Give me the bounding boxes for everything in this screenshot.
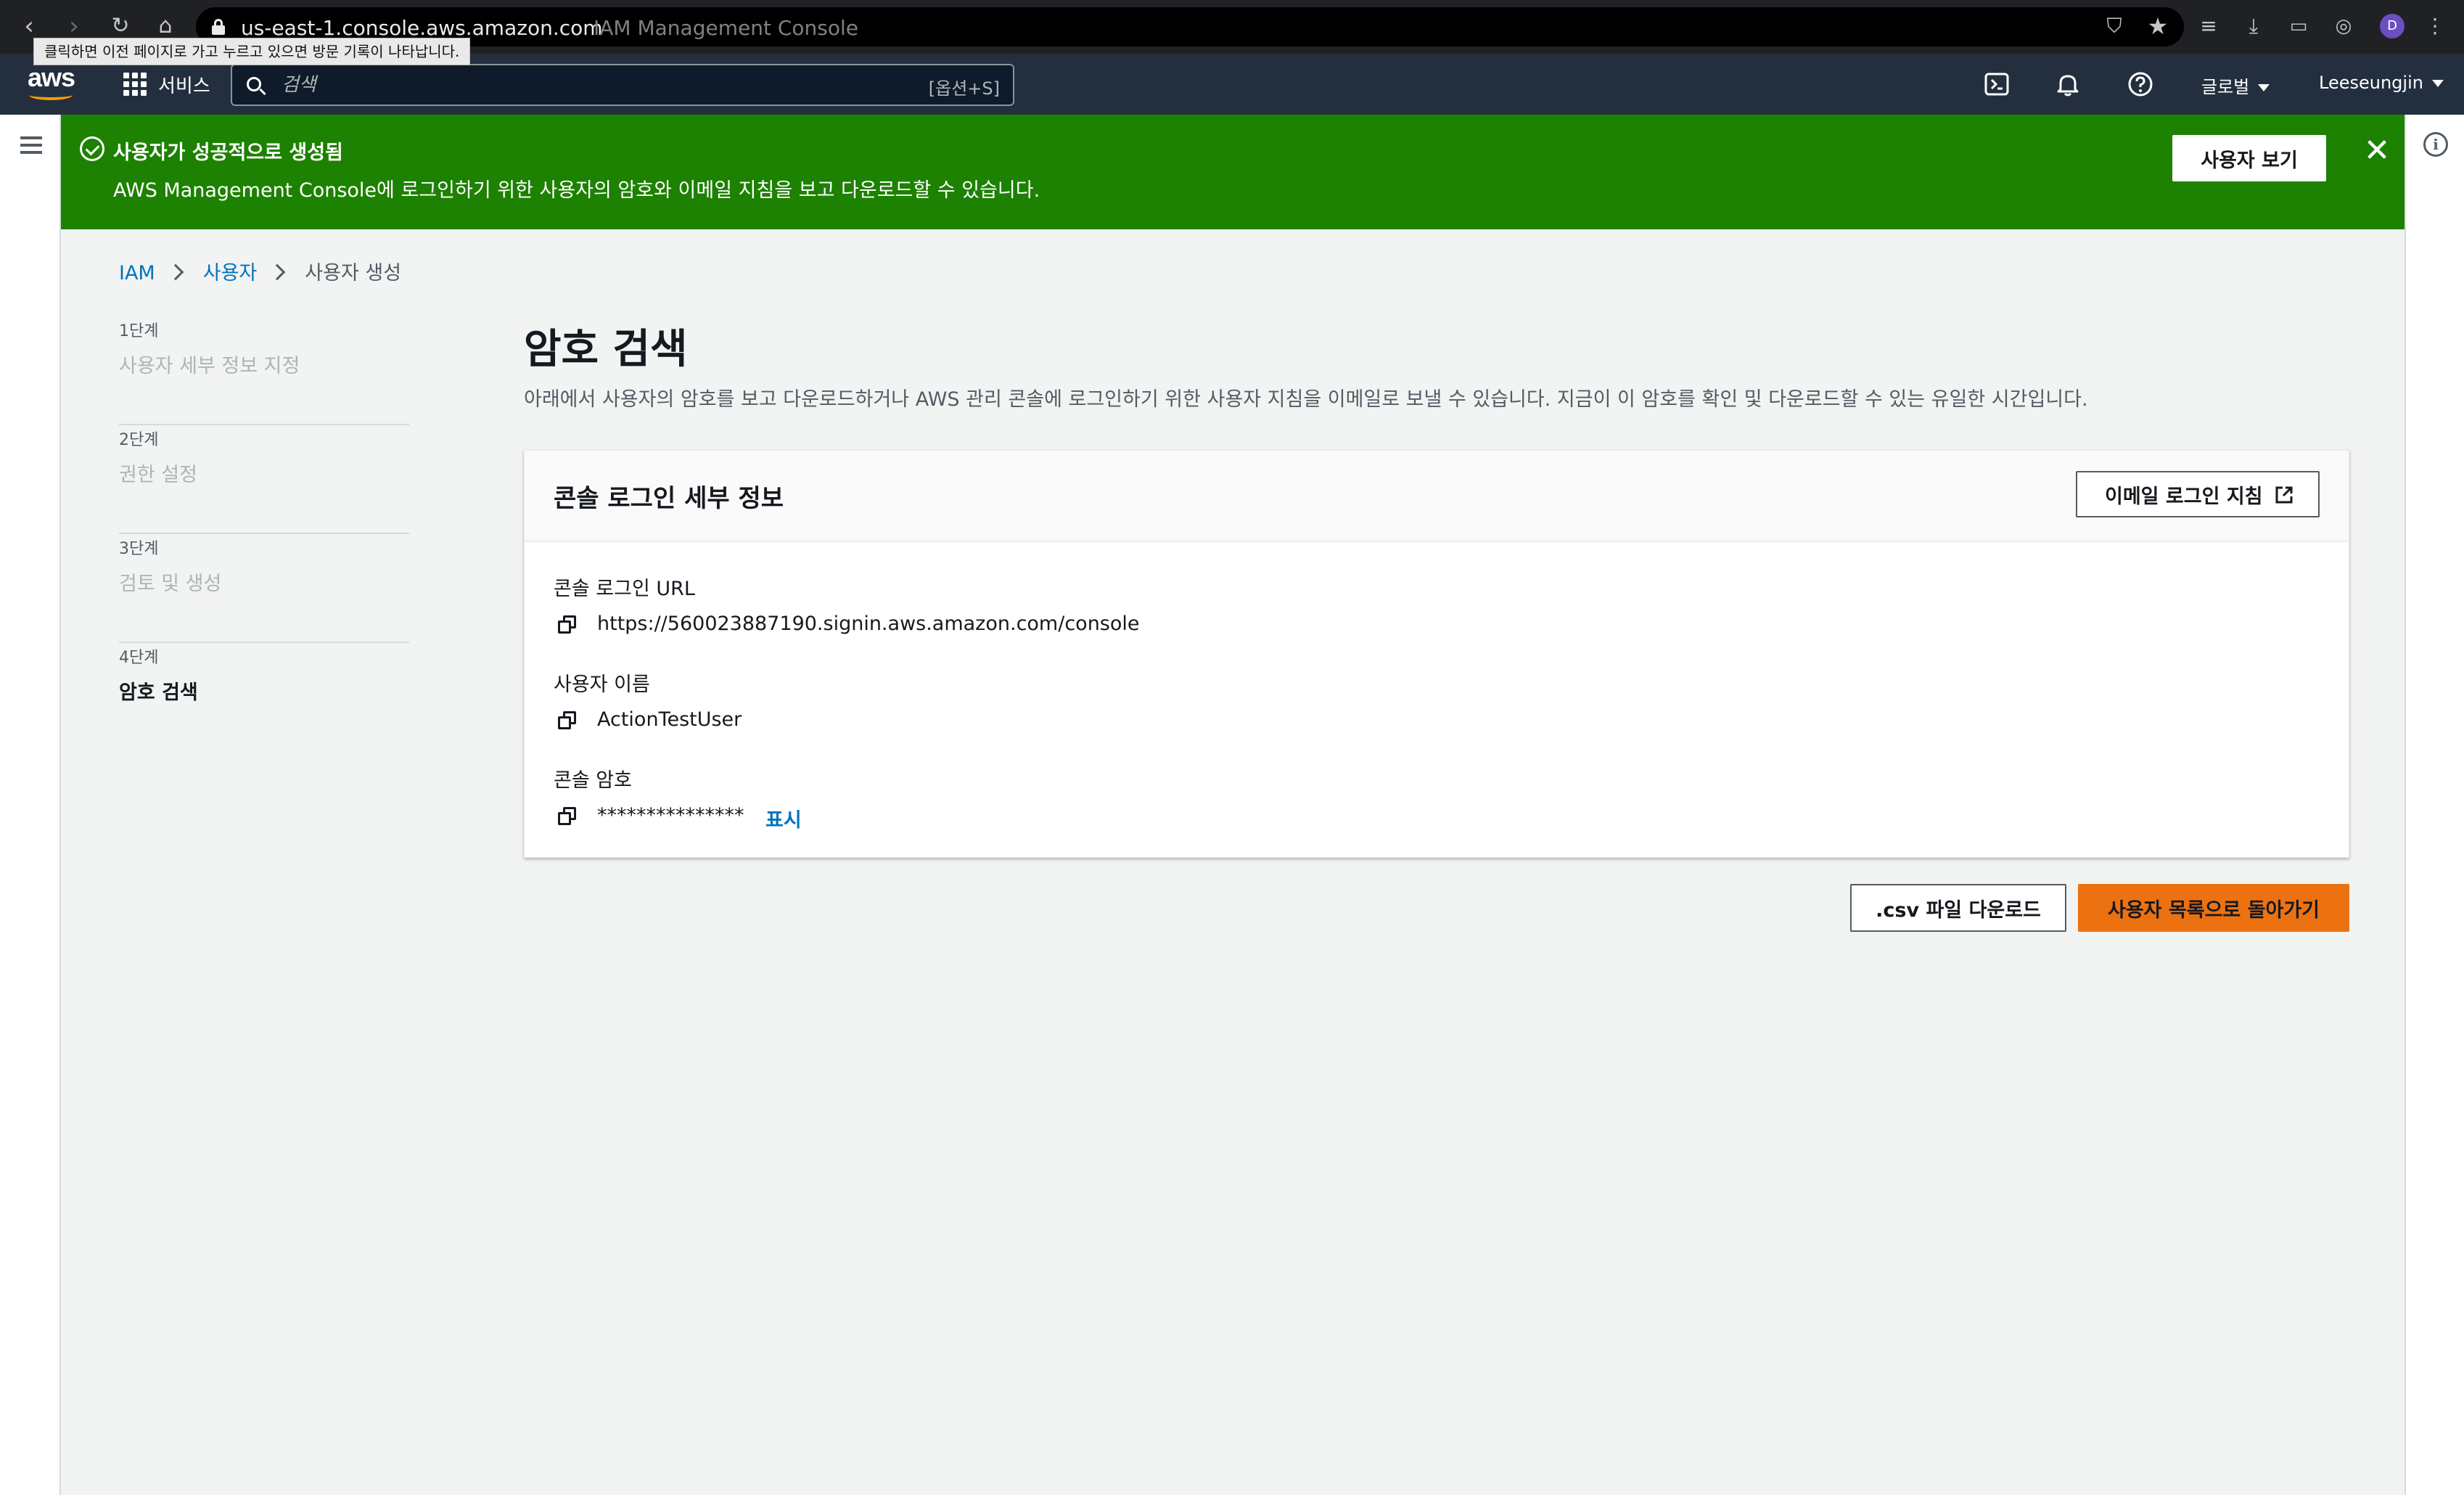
page-description: 아래에서 사용자의 암호를 보고 다운로드하거나 AWS 관리 콘솔에 로그인하…	[524, 388, 2088, 411]
wizard-step-3: 3단계 검토 및 생성	[119, 534, 409, 643]
external-link-icon	[2275, 486, 2293, 504]
aws-logo[interactable]: aws	[25, 62, 77, 103]
tools-panel-rail	[2405, 115, 2464, 1495]
signin-url-field: 콘솔 로그인 URL https://560023887190.signin.a…	[554, 573, 1140, 637]
shield-icon[interactable]: ⛉	[2100, 12, 2129, 41]
info-icon[interactable]: i	[2423, 132, 2448, 157]
wizard-step-1: 1단계 사용자 세부 정보 지정	[119, 316, 409, 425]
reading-list-icon[interactable]: ≡	[2194, 12, 2223, 41]
success-flashbar: 사용자가 성공적으로 생성됨 AWS Management Console에 로…	[61, 115, 2405, 229]
notifications-bell-icon[interactable]	[2053, 70, 2082, 99]
step-number: 1단계	[119, 322, 159, 340]
more-menu-icon[interactable]: ⋮	[2420, 12, 2449, 41]
wizard-step-2: 2단계 권한 설정	[119, 425, 409, 534]
field-label: 사용자 이름	[554, 673, 650, 696]
step-label: 검토 및 생성	[119, 573, 222, 595]
region-selector[interactable]: 글로벌	[2201, 73, 2270, 98]
profile-avatar[interactable]: D	[2380, 14, 2405, 38]
copy-icon[interactable]	[558, 807, 577, 826]
breadcrumb: IAM 사용자 사용자 생성	[119, 257, 401, 286]
flash-message: AWS Management Console에 로그인하기 위한 사용자의 암호…	[113, 179, 1040, 202]
menu-hamburger-icon[interactable]	[20, 136, 42, 154]
show-password-link[interactable]: 표시	[765, 804, 802, 832]
password-value: ***************	[597, 804, 744, 827]
address-bar[interactable]: us-east-1.console.aws.amazon.com IAM Man…	[196, 7, 2184, 46]
view-user-button[interactable]: 사용자 보기	[2172, 135, 2326, 181]
lock-icon	[212, 19, 225, 35]
step-number: 3단계	[119, 540, 159, 558]
step-number: 4단계	[119, 649, 159, 667]
wizard-steps: 1단계 사용자 세부 정보 지정 2단계 권한 설정 3단계 검토 및 생성 4…	[119, 316, 409, 752]
tab-icon[interactable]: ▭	[2284, 12, 2313, 41]
check-circle-icon	[80, 136, 104, 161]
panel-header: 콘솔 로그인 세부 정보 이메일 로그인 지침	[525, 451, 2349, 542]
close-icon[interactable]: ✕	[2360, 135, 2394, 170]
download-icon[interactable]: ⤓	[2239, 12, 2268, 41]
step-label: 사용자 세부 정보 지정	[119, 355, 300, 377]
field-label: 콘솔 로그인 URL	[554, 578, 695, 600]
password-field: 콘솔 암호 *************** 표시	[554, 764, 802, 832]
username-field: 사용자 이름 ActionTestUser	[554, 668, 742, 733]
screenshot-icon[interactable]: ◎	[2329, 12, 2358, 41]
url-page-title: IAM Management Console	[594, 16, 858, 40]
bookmark-star-icon[interactable]: ★	[2143, 12, 2172, 41]
back-button-tooltip: 클릭하면 이전 페이지로 가고 누르고 있으면 방문 기록이 나타납니다.	[33, 38, 471, 65]
breadcrumb-create-user: 사용자 생성	[305, 262, 402, 284]
search-input[interactable]	[282, 71, 862, 99]
page-title: 암호 검색	[524, 326, 688, 373]
side-navigation-rail	[0, 115, 61, 1495]
return-to-users-button[interactable]: 사용자 목록으로 돌아가기	[2078, 884, 2349, 932]
field-label: 콘솔 암호	[554, 769, 632, 792]
search-shortcut-hint: [옵션+S]	[928, 78, 1000, 99]
chevron-right-icon	[268, 263, 286, 281]
signin-url-value: https://560023887190.signin.aws.amazon.c…	[597, 613, 1140, 635]
email-signin-instructions-button[interactable]: 이메일 로그인 지침	[2076, 471, 2320, 517]
copy-icon[interactable]	[558, 711, 577, 730]
wizard-step-4: 4단계 암호 검색	[119, 643, 409, 752]
copy-icon[interactable]	[558, 615, 577, 634]
page-content: i 사용자가 성공적으로 생성됨 AWS Management Console에…	[0, 115, 2464, 1495]
search-box[interactable]: [옵션+S]	[231, 64, 1014, 106]
help-icon[interactable]	[2126, 70, 2155, 99]
breadcrumb-iam[interactable]: IAM	[119, 262, 155, 284]
services-grid-icon[interactable]	[123, 73, 147, 96]
chevron-right-icon	[167, 263, 184, 281]
caret-down-icon	[2431, 80, 2444, 87]
search-icon	[247, 77, 266, 96]
step-label: 암호 검색	[119, 681, 198, 704]
cloudshell-icon[interactable]	[1982, 70, 2011, 99]
step-label: 권한 설정	[119, 464, 197, 486]
step-number: 2단계	[119, 431, 159, 449]
url-host: us-east-1.console.aws.amazon.com	[241, 16, 603, 40]
panel-title: 콘솔 로그인 세부 정보	[554, 484, 784, 513]
flash-title: 사용자가 성공적으로 생성됨	[113, 142, 343, 164]
breadcrumb-users[interactable]: 사용자	[203, 262, 258, 284]
services-menu[interactable]: 서비스	[158, 71, 210, 98]
caret-down-icon	[2258, 84, 2270, 91]
download-csv-button[interactable]: .csv 파일 다운로드	[1850, 884, 2066, 932]
console-signin-details-panel: 콘솔 로그인 세부 정보 이메일 로그인 지침 콘솔 로그인 URL https…	[524, 450, 2349, 858]
account-menu[interactable]: Leeseungjin	[2319, 73, 2444, 93]
username-value: ActionTestUser	[597, 708, 742, 731]
